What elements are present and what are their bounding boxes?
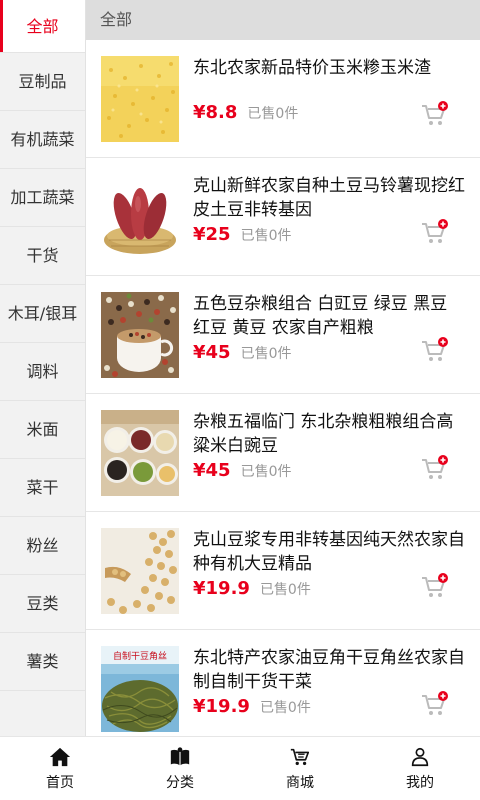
sidebar-item-all[interactable]: 全部 xyxy=(0,0,85,53)
product-image: 自制干豆角丝 xyxy=(101,646,179,732)
category-title: 全部 xyxy=(86,0,480,40)
product-card[interactable]: 克山新鲜农家自种土豆马铃薯现挖红皮土豆非转基因 ¥25 已售0件 xyxy=(86,158,480,276)
add-to-cart-icon[interactable] xyxy=(420,454,450,484)
cart-icon xyxy=(290,748,310,765)
product-card[interactable]: 自制干豆角丝 东北特产农家油豆角干豆角丝农家自制自制干货干菜 ¥19.9 已售0… xyxy=(86,630,480,736)
sidebar-item-dried-goods[interactable]: 干货 xyxy=(0,227,85,285)
product-sold-count: 已售0件 xyxy=(259,700,311,716)
tab-mall[interactable]: 商城 xyxy=(240,737,360,800)
tab-label: 商城 xyxy=(286,774,314,791)
add-to-cart-icon[interactable] xyxy=(420,572,450,602)
product-card[interactable]: 克山豆浆专用非转基因纯天然农家自种有机大豆精品 ¥19.9 已售0件 xyxy=(86,512,480,630)
product-price: ¥19.9 xyxy=(193,578,250,599)
user-icon xyxy=(411,747,429,766)
sidebar-item-dried-vegetables[interactable]: 菜干 xyxy=(0,459,85,517)
product-list: 东北农家新品特价玉米糁玉米渣 ¥8.8 已售0件 克山新鲜农家自种土豆马铃薯现挖… xyxy=(86,40,480,736)
product-name[interactable]: 克山新鲜农家自种土豆马铃薯现挖红皮土豆非转基因 xyxy=(193,174,466,222)
add-to-cart-icon[interactable] xyxy=(420,218,450,248)
product-price: ¥25 xyxy=(193,224,231,245)
tab-label: 我的 xyxy=(406,774,434,791)
add-to-cart-icon[interactable] xyxy=(420,100,450,130)
product-price: ¥19.9 xyxy=(193,696,250,717)
home-icon xyxy=(49,747,71,766)
product-sold-count: 已售0件 xyxy=(240,228,292,244)
product-name[interactable]: 克山豆浆专用非转基因纯天然农家自种有机大豆精品 xyxy=(193,528,466,576)
tab-label: 首页 xyxy=(46,774,74,791)
sidebar-item-bean-products[interactable]: 豆制品 xyxy=(0,53,85,111)
product-name[interactable]: 东北农家新品特价玉米糁玉米渣 xyxy=(193,56,466,80)
book-icon xyxy=(170,746,190,765)
sidebar-item-seasoning[interactable]: 调料 xyxy=(0,343,85,401)
sidebar-item-fungus[interactable]: 木耳/银耳 xyxy=(0,285,85,343)
product-price: ¥45 xyxy=(193,342,231,363)
product-image xyxy=(101,410,179,496)
product-sold-count: 已售0件 xyxy=(240,464,292,480)
product-image xyxy=(101,292,179,378)
tab-category[interactable]: 分类 xyxy=(120,737,240,800)
product-card[interactable]: 杂粮五福临门 东北杂粮粗粮组合高粱米白豌豆 ¥45 已售0件 xyxy=(86,394,480,512)
product-sold-count: 已售0件 xyxy=(259,582,311,598)
product-image xyxy=(101,56,179,142)
package-label: 自制干豆角丝 xyxy=(113,650,167,662)
product-name[interactable]: 五色豆杂粮组合 白豇豆 绿豆 黑豆 红豆 黄豆 农家自产粗粮 xyxy=(193,292,466,340)
add-to-cart-icon[interactable] xyxy=(420,690,450,720)
sidebar-item-processed-vegetables[interactable]: 加工蔬菜 xyxy=(0,169,85,227)
product-price: ¥8.8 xyxy=(193,102,238,123)
product-price: ¥45 xyxy=(193,460,231,481)
product-card[interactable]: 东北农家新品特价玉米糁玉米渣 ¥8.8 已售0件 xyxy=(86,40,480,158)
sidebar-item-vermicelli[interactable]: 粉丝 xyxy=(0,517,85,575)
add-to-cart-icon[interactable] xyxy=(420,336,450,366)
product-sold-count: 已售0件 xyxy=(240,346,292,362)
product-name[interactable]: 杂粮五福临门 东北杂粮粗粮组合高粱米白豌豆 xyxy=(193,410,466,458)
sidebar-item-tubers[interactable]: 薯类 xyxy=(0,633,85,691)
tab-home[interactable]: 首页 xyxy=(0,737,120,800)
product-image xyxy=(101,174,179,260)
product-card[interactable]: 五色豆杂粮组合 白豇豆 绿豆 黑豆 红豆 黄豆 农家自产粗粮 ¥45 已售0件 xyxy=(86,276,480,394)
sidebar-item-organic-vegetables[interactable]: 有机蔬菜 xyxy=(0,111,85,169)
sidebar-item-beans[interactable]: 豆类 xyxy=(0,575,85,633)
category-sidebar: 全部 豆制品 有机蔬菜 加工蔬菜 干货 木耳/银耳 调料 米面 菜干 粉丝 豆类… xyxy=(0,0,86,736)
product-image xyxy=(101,528,179,614)
bottom-tab-bar: 首页 分类 商城 我的 xyxy=(0,736,480,800)
product-sold-count: 已售0件 xyxy=(247,106,299,122)
tab-label: 分类 xyxy=(166,774,194,791)
sidebar-item-rice-flour[interactable]: 米面 xyxy=(0,401,85,459)
product-name[interactable]: 东北特产农家油豆角干豆角丝农家自制自制干货干菜 xyxy=(193,646,466,694)
tab-mine[interactable]: 我的 xyxy=(360,737,480,800)
